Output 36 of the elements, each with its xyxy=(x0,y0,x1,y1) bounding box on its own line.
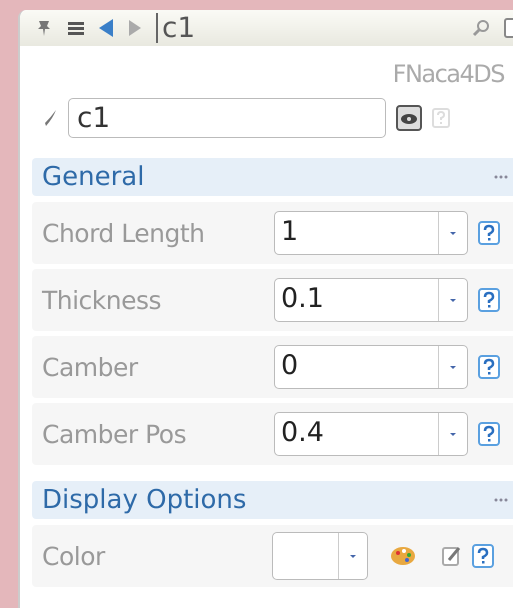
value-combo[interactable]: 0.4 xyxy=(274,412,468,456)
dropdown-caret-icon[interactable] xyxy=(349,554,357,558)
property-label: Color xyxy=(42,542,106,570)
section-title: Display Options xyxy=(42,485,246,515)
dropdown-caret-icon[interactable] xyxy=(449,230,457,236)
value-combo[interactable]: 1 xyxy=(274,211,468,255)
help-icon[interactable] xyxy=(478,288,500,312)
property-label: Chord Length xyxy=(42,218,206,248)
section-title: General xyxy=(42,162,144,192)
property-label: Thickness xyxy=(42,286,162,314)
section-header[interactable]: Display Options xyxy=(32,481,513,519)
menu-icon[interactable] xyxy=(68,21,84,35)
pen-icon xyxy=(44,109,58,127)
search-icon[interactable] xyxy=(472,19,490,37)
back-icon[interactable] xyxy=(98,19,114,37)
path-title: c1 xyxy=(156,13,196,43)
value-combo[interactable]: 0 xyxy=(274,345,468,389)
dropdown-caret-icon[interactable] xyxy=(449,298,457,302)
more-icon[interactable] xyxy=(494,175,508,179)
property-label: Camber xyxy=(42,352,140,382)
dropdown-caret-icon[interactable] xyxy=(449,432,457,436)
edit-icon[interactable] xyxy=(442,545,462,567)
help-icon[interactable] xyxy=(478,422,500,446)
color-picker[interactable] xyxy=(272,532,368,580)
property-label: Camber Pos xyxy=(42,420,188,448)
eye-icon[interactable] xyxy=(396,105,422,131)
more-icon[interactable] xyxy=(494,498,508,502)
dropdown-caret-icon[interactable] xyxy=(449,364,457,370)
name-field[interactable]: c1 xyxy=(68,98,386,138)
object-type: FNaca4DS xyxy=(392,59,506,88)
help-icon[interactable] xyxy=(478,355,500,379)
section-header[interactable]: General xyxy=(32,158,513,196)
value-combo[interactable]: 0.1 xyxy=(274,278,468,322)
help-icon[interactable] xyxy=(478,221,500,245)
palette-icon[interactable] xyxy=(390,545,416,567)
help-icon[interactable] xyxy=(472,544,494,568)
